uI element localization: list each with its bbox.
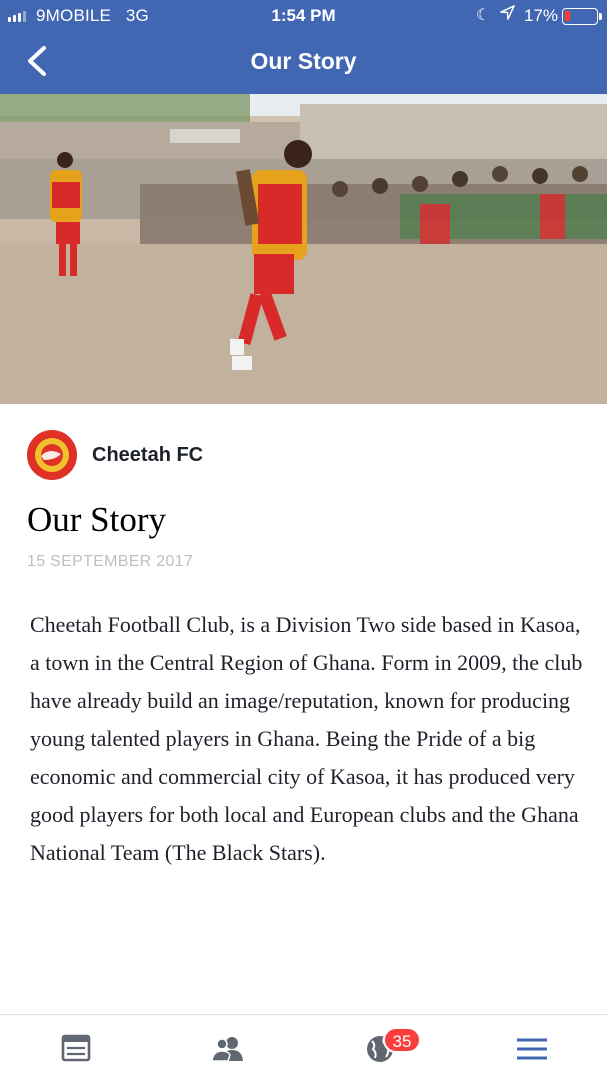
page-name-link[interactable]: Cheetah FC bbox=[92, 444, 203, 467]
article-date: 15 SEPTEMBER 2017 bbox=[27, 553, 194, 570]
page-title: Our Story bbox=[250, 48, 357, 74]
notifications-badge: 35 bbox=[383, 1027, 421, 1053]
location-arrow-icon bbox=[500, 5, 515, 24]
battery-icon bbox=[562, 8, 602, 25]
battery-percent: 17% bbox=[524, 6, 559, 25]
news-feed-icon bbox=[61, 1034, 91, 1062]
page-avatar[interactable] bbox=[27, 430, 77, 480]
article-title: Our Story bbox=[27, 500, 167, 539]
tab-friends[interactable] bbox=[208, 1029, 248, 1069]
friends-icon bbox=[211, 1037, 243, 1062]
moon-icon: ☾ bbox=[476, 7, 491, 24]
status-time: 1:54 PM bbox=[271, 6, 336, 25]
header: 9MOBILE 3G 1:54 PM ☾ 17% Our Story bbox=[0, 0, 607, 94]
cover-photo[interactable] bbox=[0, 94, 607, 404]
battery-level-fill bbox=[565, 11, 570, 21]
article-body: Cheetah Football Club, is a Division Two… bbox=[30, 612, 583, 865]
bottom-tab-bar bbox=[0, 1014, 607, 1080]
menu-icon bbox=[517, 1038, 547, 1060]
status-bar: 9MOBILE 3G 1:54 PM ☾ 17% bbox=[0, 0, 607, 32]
tab-menu[interactable] bbox=[512, 1029, 552, 1069]
tab-news-feed[interactable] bbox=[56, 1029, 96, 1069]
